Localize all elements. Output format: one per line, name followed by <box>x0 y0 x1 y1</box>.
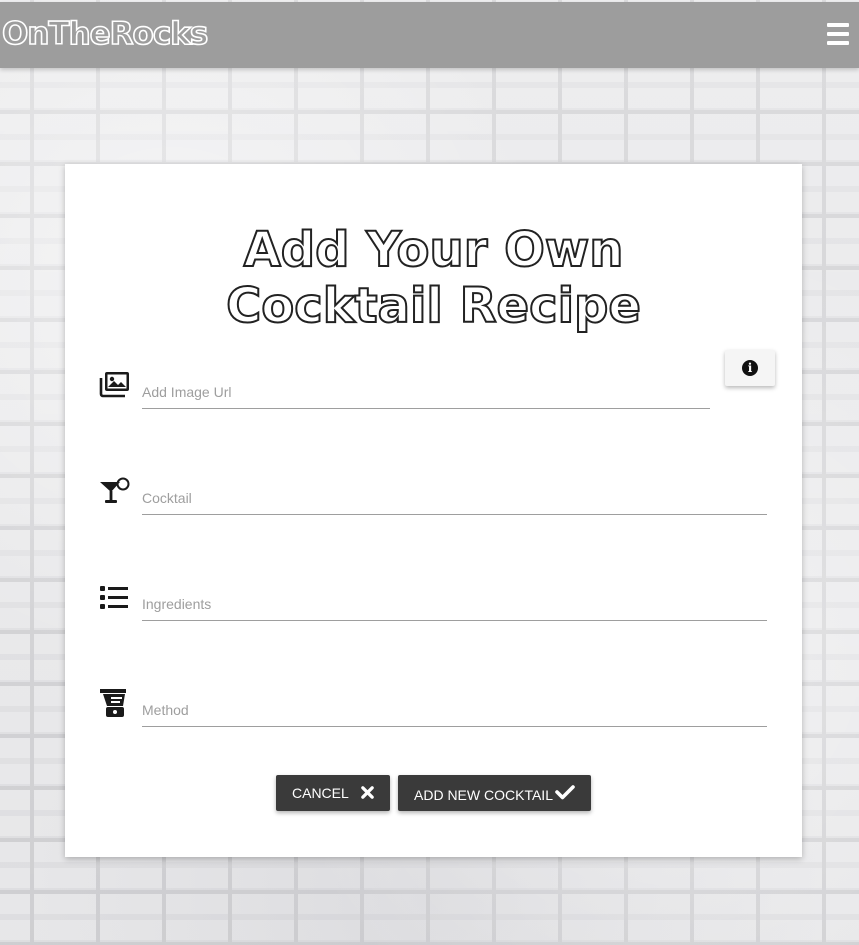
blender-icon <box>100 689 126 717</box>
checkmark-icon <box>555 785 575 800</box>
method-input[interactable] <box>142 694 767 727</box>
add-new-cocktail-button[interactable]: Add New Cocktail <box>398 775 591 811</box>
add-new-cocktail-button-label: Add New Cocktail <box>414 787 553 803</box>
list-icon <box>100 586 128 609</box>
page-title-line-1: Add Your Own <box>243 221 625 279</box>
ingredients-input[interactable] <box>142 588 767 621</box>
info-circle-icon: i <box>742 360 758 376</box>
close-x-icon <box>361 786 374 799</box>
ingredients-field-group <box>99 582 767 622</box>
image-url-input[interactable] <box>142 376 710 409</box>
info-button[interactable]: i <box>725 350 775 386</box>
hamburger-menu-icon[interactable] <box>827 23 849 45</box>
add-cocktail-card: Add Your Own Cocktail Recipe i Add Image… <box>65 164 802 857</box>
method-field-group <box>99 688 767 728</box>
image-url-field-group <box>99 370 710 410</box>
page-title-line-2: Cocktail Recipe <box>225 277 642 335</box>
cocktail-glass-icon <box>100 477 130 503</box>
cocktail-name-input[interactable] <box>142 482 767 515</box>
page-title: Add Your Own Cocktail Recipe <box>65 221 802 335</box>
cancel-button-label: Cancel <box>292 785 349 801</box>
cancel-button[interactable]: Cancel <box>276 775 390 811</box>
cocktail-field-group <box>99 476 767 516</box>
images-icon <box>99 372 129 398</box>
top-navbar: OnTheRocks <box>0 2 859 68</box>
brand-logo[interactable]: OnTheRocks <box>1 15 209 53</box>
